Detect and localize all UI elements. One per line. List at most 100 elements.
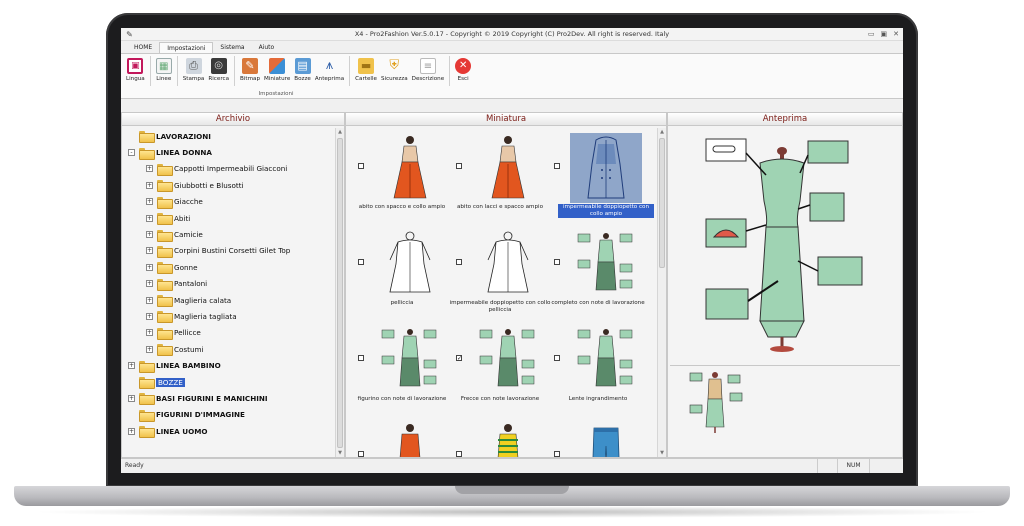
expand-icon[interactable]: +	[146, 247, 153, 255]
expand-icon[interactable]: +	[128, 394, 135, 402]
thumbnail-checkbox[interactable]	[358, 259, 364, 265]
thumbnail-item[interactable]: pelliccia	[348, 227, 446, 323]
thumbnail-checkbox[interactable]	[554, 355, 560, 361]
thumbnail-checkbox[interactable]	[554, 163, 560, 169]
folder-icon	[139, 393, 155, 406]
tree-node[interactable]: + Pellicce	[122, 325, 334, 341]
tree-node-label: Cappotti Impermeabili Giacconi	[174, 164, 288, 174]
thumbnail-checkbox[interactable]	[456, 163, 462, 169]
thumbnail-item[interactable]: completo con note di lavorazione	[544, 227, 645, 323]
minimize-icon[interactable]: ▭	[868, 28, 875, 41]
tree-node[interactable]: + Giacche	[122, 194, 334, 210]
scroll-thumb[interactable]	[659, 138, 665, 268]
expand-icon[interactable]: +	[146, 345, 153, 353]
scroll-up-icon[interactable]: ▲	[337, 129, 343, 135]
close-icon[interactable]: ✕	[893, 28, 899, 41]
thumbnail-item[interactable]: abito con spacco e collo ampio	[348, 131, 446, 227]
ricerca-button[interactable]: ◎ Ricerca	[206, 56, 231, 86]
thumbnail-checkbox[interactable]	[456, 259, 462, 265]
tree-node[interactable]: + Abiti	[122, 210, 334, 226]
miniatura-header: Miniatura	[346, 113, 666, 126]
thumbnail-scrollbar[interactable]: ▲ ▼	[657, 128, 666, 457]
esci-button[interactable]: ✕ Esci	[453, 56, 473, 86]
expand-icon[interactable]: +	[146, 280, 153, 288]
thumbnail-checkbox[interactable]	[456, 451, 462, 457]
sketch-icon	[472, 229, 544, 299]
tree-node[interactable]: + Maglieria calata	[122, 292, 334, 308]
green-notes-icon	[570, 229, 642, 299]
thumbnail-item[interactable]	[544, 419, 642, 457]
linee-button[interactable]: ▦ Linee	[154, 56, 174, 86]
tree-node[interactable]: + Corpini Bustini Corsetti Gilet Top	[122, 243, 334, 259]
tree-node[interactable]: + Costumi	[122, 341, 334, 357]
thumbnail-item[interactable]: Lente ingrandimento	[544, 323, 642, 419]
expand-icon[interactable]: +	[146, 181, 153, 189]
tree-node[interactable]: + Giubbotti e Blusotti	[122, 177, 334, 193]
tab-aiuto[interactable]: Aiuto	[252, 42, 282, 53]
folder-icon	[139, 147, 155, 160]
tree-node[interactable]: FIGURINI D'IMMAGINE	[122, 407, 334, 423]
tab-home[interactable]: HOME	[127, 42, 159, 53]
sicurezza-button[interactable]: ⛨ Sicurezza	[379, 56, 410, 86]
tree-node[interactable]: + Camicie	[122, 226, 334, 242]
cartelle-button[interactable]: ▬ Cartelle	[353, 56, 379, 86]
bitmap-button[interactable]: ✎ Bitmap	[238, 56, 262, 86]
expand-icon[interactable]: +	[146, 263, 153, 271]
tree-node[interactable]: + Cappotti Impermeabili Giacconi	[122, 161, 334, 177]
scroll-up-icon[interactable]: ▲	[659, 129, 665, 135]
expand-icon[interactable]: +	[128, 427, 135, 435]
thumbnail-item[interactable]: figurino con note di lavorazione	[348, 323, 446, 419]
ribbon-group-label: Impostazioni	[258, 91, 294, 97]
tree-node[interactable]: + Maglieria tagliata	[122, 308, 334, 324]
thumbnail-item[interactable]: impermeabile doppiopetto con collo ampio	[544, 131, 654, 227]
scroll-down-icon[interactable]: ▼	[659, 450, 665, 456]
tree-node[interactable]: + BASI FIGURINI E MANICHINI	[122, 390, 334, 406]
tree-node-label: Gonne	[174, 262, 198, 272]
expand-icon[interactable]: +	[146, 165, 153, 173]
thumbnail-checkbox[interactable]	[554, 451, 560, 457]
expand-icon[interactable]: +	[146, 296, 153, 304]
thumbnail-checkbox[interactable]	[358, 163, 364, 169]
tree-node[interactable]: BOZZE	[122, 374, 334, 390]
expand-icon[interactable]: +	[146, 231, 153, 239]
stampa-button[interactable]: ⎙ Stampa	[181, 56, 207, 86]
tab-impostazioni[interactable]: Impostazioni	[159, 42, 214, 53]
tree-node[interactable]: LAVORAZIONI	[122, 128, 334, 144]
thumbnail-item[interactable]: ✓ Frecce con note lavorazione	[446, 323, 544, 419]
thumbnail-item[interactable]: abito con lacci e spacco ampio	[446, 131, 544, 227]
archive-scrollbar[interactable]: ▲ ▼	[335, 128, 344, 457]
binoculars-icon: ◎	[210, 58, 227, 74]
lingua-button[interactable]: ▣ Lingua	[124, 56, 147, 86]
thumbnail-caption: Frecce con note lavorazione	[460, 396, 540, 402]
window-controls: ▭ ▣ ✕	[868, 28, 899, 41]
miniature-button[interactable]: Miniature	[262, 56, 292, 86]
expand-icon[interactable]: +	[146, 312, 153, 320]
anteprima-button[interactable]: ⩚ Anteprima	[313, 56, 346, 86]
thumbnail-item[interactable]: impermeabile doppiopetto con collo pelli…	[446, 227, 550, 323]
tab-sistema[interactable]: Sistema	[213, 42, 251, 53]
maximize-icon[interactable]: ▣	[881, 28, 888, 41]
tree-node[interactable]: + Gonne	[122, 259, 334, 275]
scroll-down-icon[interactable]: ▼	[337, 450, 343, 456]
thumbnail-checkbox[interactable]: ✓	[456, 355, 462, 362]
collapse-icon[interactable]: -	[128, 149, 135, 157]
striped-top-icon	[472, 421, 544, 457]
expand-icon[interactable]: +	[128, 362, 135, 370]
descrizione-button[interactable]: ≡ Descrizione	[410, 56, 447, 86]
scroll-thumb[interactable]	[337, 138, 343, 448]
bozze-button[interactable]: ▤ Bozze	[292, 56, 313, 86]
tree-node[interactable]: - LINEA DONNA	[122, 144, 334, 160]
folder-icon	[157, 213, 173, 226]
expand-icon[interactable]: +	[146, 198, 153, 206]
tree-node[interactable]: + Pantaloni	[122, 276, 334, 292]
tree-node[interactable]: + LINEA UOMO	[122, 423, 334, 439]
thumbnail-item[interactable]	[348, 419, 446, 457]
thumbnail-checkbox[interactable]	[554, 259, 560, 265]
tree-node[interactable]: + LINEA BAMBINO	[122, 357, 334, 373]
thumbnail-checkbox[interactable]	[358, 451, 364, 457]
thumbnail-checkbox[interactable]	[358, 355, 364, 361]
expand-icon[interactable]: +	[146, 214, 153, 222]
expand-icon[interactable]: +	[146, 329, 153, 337]
thumbnail-item[interactable]	[446, 419, 544, 457]
exit-icon: ✕	[455, 58, 472, 74]
